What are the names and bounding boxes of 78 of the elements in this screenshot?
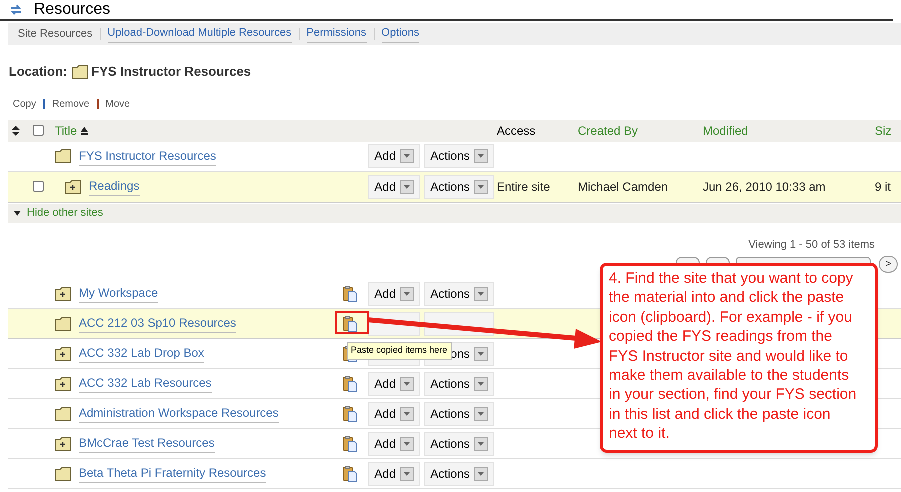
paste-icon[interactable] bbox=[343, 466, 357, 482]
actions-button[interactable]: Actions bbox=[424, 282, 494, 306]
nav-tab[interactable]: Permissions bbox=[306, 25, 367, 43]
sort-toggle-icon[interactable] bbox=[12, 126, 20, 136]
caret-icon bbox=[474, 286, 488, 300]
table-cell: Michael Camden bbox=[578, 180, 668, 194]
caret-icon bbox=[474, 406, 488, 420]
checkbox[interactable] bbox=[33, 181, 44, 192]
caret-icon bbox=[400, 286, 414, 300]
add-button[interactable]: Add bbox=[368, 432, 420, 456]
caret-icon bbox=[474, 346, 488, 360]
checkbox[interactable] bbox=[33, 125, 44, 136]
caret-icon bbox=[474, 376, 488, 390]
table-cell: Entire site bbox=[497, 180, 550, 194]
hide-sites-link[interactable]: Hide other sites bbox=[27, 204, 104, 222]
folder-link[interactable]: ACC 332 Lab Resources bbox=[79, 374, 212, 393]
actions-button[interactable]: Actions bbox=[424, 402, 494, 426]
paste-icon[interactable] bbox=[343, 286, 357, 302]
caret-icon bbox=[400, 466, 414, 480]
actions-button[interactable]: Actions bbox=[424, 144, 494, 168]
caret-icon bbox=[400, 149, 414, 163]
paste-icon[interactable] bbox=[343, 316, 357, 332]
highlight-box bbox=[335, 311, 369, 334]
caret-icon bbox=[474, 466, 488, 480]
collapse-icon[interactable] bbox=[14, 210, 21, 216]
page-size-dropdown[interactable] bbox=[736, 257, 871, 263]
add-button[interactable]: Add bbox=[368, 282, 420, 306]
folder-link[interactable]: Readings bbox=[89, 177, 140, 196]
previous-page-button[interactable] bbox=[706, 257, 730, 263]
caret-icon bbox=[400, 406, 414, 420]
paste-icon[interactable] bbox=[343, 436, 357, 452]
actions-button[interactable]: Actions bbox=[424, 372, 494, 396]
actions-button[interactable]: Actions bbox=[424, 462, 494, 486]
folder-link[interactable]: FYS Instructor Resources bbox=[79, 146, 216, 166]
actions-button[interactable]: Actions bbox=[424, 174, 494, 198]
toolbar-link[interactable]: Move bbox=[106, 96, 130, 112]
folder-icon bbox=[72, 64, 88, 79]
first-page-button[interactable] bbox=[676, 257, 700, 263]
add-button[interactable]: Add bbox=[368, 174, 420, 198]
caret-icon bbox=[474, 436, 488, 450]
actions-button[interactable]: Actions bbox=[424, 432, 494, 456]
toolbar-link[interactable]: Remove bbox=[52, 96, 90, 112]
caret-icon bbox=[474, 180, 488, 194]
caret-icon bbox=[474, 149, 488, 163]
table-cell: 9 it bbox=[875, 180, 892, 194]
next-page-button[interactable]: > bbox=[879, 256, 898, 273]
nav-tab[interactable]: Upload-Download Multiple Resources bbox=[108, 25, 292, 43]
folder-link[interactable]: BMcCrae Test Resources bbox=[79, 434, 215, 453]
folder-link[interactable]: Administration Workspace Resources bbox=[79, 404, 279, 423]
caret-icon bbox=[400, 180, 414, 194]
add-button[interactable]: Add bbox=[368, 402, 420, 426]
add-button[interactable]: Add bbox=[368, 144, 420, 168]
caret-icon bbox=[400, 436, 414, 450]
caret-icon bbox=[400, 376, 414, 390]
folder-link[interactable]: Beta Theta Pi Fraternity Resources bbox=[79, 464, 266, 483]
instruction-callout: 4. Find the site that you want to copy the material into and click the paste icon (clipboard). For example - if you copied the FYS readings from the FYS Instructor site and would like to make them available to the students in your section, find your FYS section in this list and click the paste icon next to it. bbox=[600, 263, 878, 453]
tooltip: Paste copied items here bbox=[347, 342, 452, 360]
toolbar-link[interactable]: Copy bbox=[13, 96, 36, 112]
location-label: Location: bbox=[9, 63, 68, 81]
folder-link[interactable]: My Workspace bbox=[79, 284, 158, 303]
page-title: Resources bbox=[34, 0, 110, 20]
nav-tab[interactable]: Site Resources bbox=[18, 26, 93, 42]
refresh-icon bbox=[10, 4, 22, 16]
column-header: Access bbox=[497, 122, 536, 140]
nav-tab[interactable]: Options bbox=[382, 25, 420, 43]
add-button[interactable]: Add bbox=[368, 372, 420, 396]
paging-status: Viewing 1 - 50 of 53 items bbox=[748, 238, 875, 252]
table-cell: Jun 26, 2010 10:33 am bbox=[703, 180, 826, 194]
location-folder: FYS Instructor Resources bbox=[92, 63, 252, 81]
paste-icon[interactable] bbox=[343, 376, 357, 392]
add-button[interactable]: Add bbox=[368, 462, 420, 486]
column-header[interactable]: Title bbox=[55, 122, 78, 140]
paste-icon[interactable] bbox=[343, 406, 357, 422]
column-header[interactable]: Siz bbox=[875, 122, 892, 140]
column-header[interactable]: Modified bbox=[703, 122, 748, 140]
folder-link[interactable]: ACC 212 03 Sp10 Resources bbox=[79, 314, 236, 333]
column-header[interactable]: Created By bbox=[578, 122, 638, 140]
folder-link[interactable]: ACC 332 Lab Drop Box bbox=[79, 344, 204, 363]
